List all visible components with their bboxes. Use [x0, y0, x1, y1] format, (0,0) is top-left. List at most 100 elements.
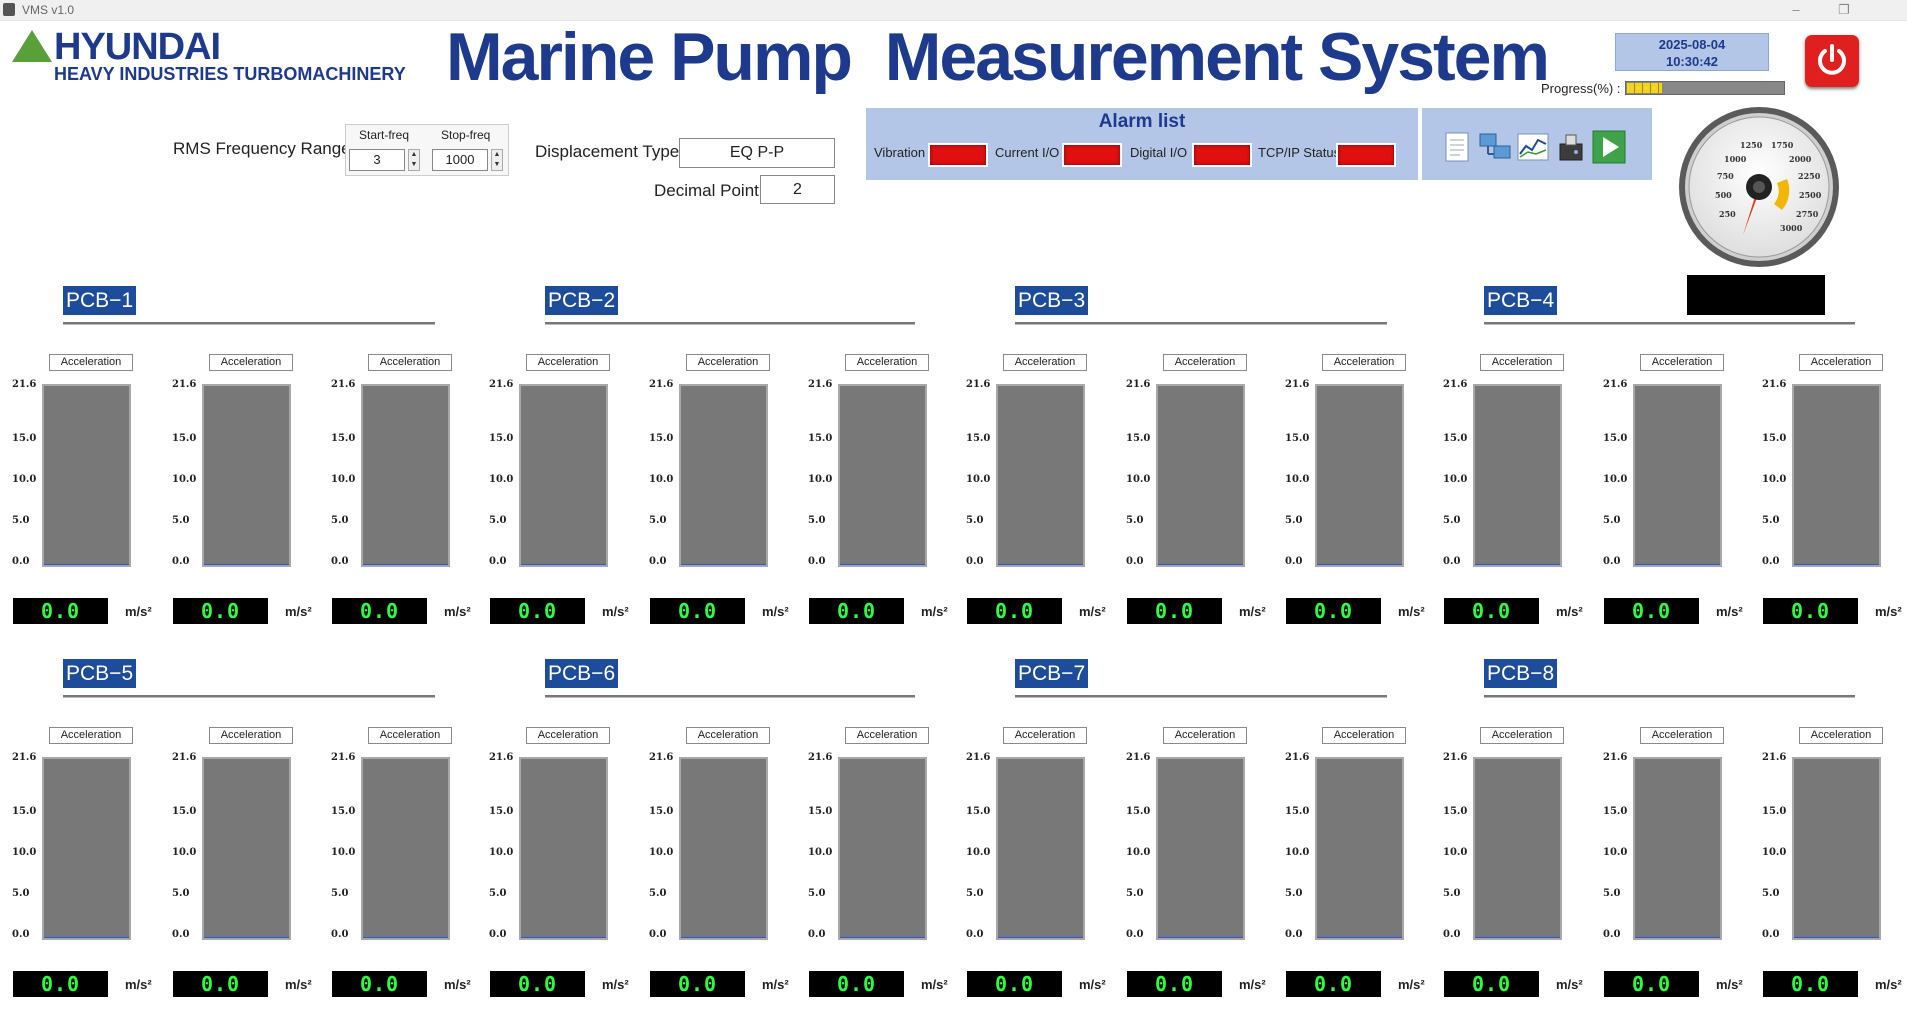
axis-tick-label: 15.0 — [489, 806, 514, 817]
axis-tick-label: 0.0 — [12, 929, 30, 940]
axis-tick-label: 21.6 — [1126, 752, 1151, 763]
acceleration-bar — [1473, 384, 1562, 567]
bar-level — [681, 564, 766, 565]
time-text: 10:30:42 — [1665, 54, 1719, 69]
axis-tick-label: 10.0 — [1762, 474, 1787, 485]
minimize-button[interactable]: – — [1782, 1, 1810, 19]
power-button[interactable] — [1805, 35, 1859, 87]
acceleration-bar — [679, 384, 768, 567]
alarm-panel: Alarm list Vibration Current I/O Digital… — [866, 108, 1418, 180]
axis-tick-label: 0.0 — [966, 556, 984, 567]
bar-level — [998, 564, 1083, 565]
axis-tick-label: 21.6 — [12, 752, 37, 763]
axis-tick-label: 0.0 — [1443, 556, 1461, 567]
axis-tick-label: 21.6 — [331, 379, 356, 390]
channel-y-axis: 21.6 15.0 10.0 5.0 0.0 — [966, 752, 991, 942]
logo-name: HYUNDAI — [54, 26, 221, 68]
axis-tick-label: 15.0 — [808, 806, 833, 817]
axis-tick-label: 15.0 — [12, 806, 37, 817]
unit-label: m/s² — [762, 604, 789, 619]
stop-freq-spinner[interactable]: ▲ ▼ — [491, 149, 503, 171]
axis-tick-label: 0.0 — [1603, 929, 1621, 940]
power-icon — [1818, 44, 1846, 75]
axis-tick-label: 10.0 — [1603, 847, 1628, 858]
axis-tick-label: 10.0 — [808, 474, 833, 485]
decimal-point-field[interactable]: 2 — [760, 175, 835, 204]
acceleration-bar — [1633, 757, 1722, 940]
device-icon[interactable] — [1554, 130, 1588, 164]
axis-tick-label: 15.0 — [1443, 806, 1468, 817]
progress-label: Progress(%) : — [1541, 81, 1621, 96]
trend-chart-icon[interactable] — [1516, 130, 1550, 164]
channel-label: Acceleration — [49, 354, 133, 371]
axis-tick-label: 10.0 — [12, 847, 37, 858]
channel-label: Acceleration — [1799, 727, 1883, 744]
acceleration-value-display: 0.0 — [1286, 598, 1381, 624]
axis-tick-label: 21.6 — [966, 752, 991, 763]
start-freq-input[interactable]: 3 — [349, 149, 405, 171]
acceleration-value-display: 0.0 — [650, 971, 745, 997]
axis-tick-label: 0.0 — [172, 929, 190, 940]
axis-tick-label: 15.0 — [489, 433, 514, 444]
acceleration-value-display: 0.0 — [173, 971, 268, 997]
alarm-title: Alarm list — [1098, 111, 1186, 132]
bar-level — [204, 564, 289, 565]
axis-tick-label: 0.0 — [489, 556, 507, 567]
axis-tick-label: 15.0 — [1762, 806, 1787, 817]
channel-y-axis: 21.6 15.0 10.0 5.0 0.0 — [808, 379, 833, 569]
restore-button[interactable]: ❐ — [1830, 1, 1858, 19]
axis-tick-label: 15.0 — [966, 806, 991, 817]
pcb-title-underline — [545, 322, 915, 324]
acceleration-value-display: 0.0 — [967, 598, 1062, 624]
bar-level — [998, 937, 1083, 938]
axis-tick-label: 0.0 — [331, 556, 349, 567]
axis-tick-label: 5.0 — [808, 515, 826, 526]
axis-tick-label: 10.0 — [649, 474, 674, 485]
axis-tick-label: 10.0 — [1762, 847, 1787, 858]
channel-y-axis: 21.6 15.0 10.0 5.0 0.0 — [12, 379, 37, 569]
acceleration-bar — [1156, 384, 1245, 567]
acceleration-bar — [1792, 757, 1881, 940]
pcb-title-underline — [1484, 695, 1855, 697]
bar-level — [521, 937, 606, 938]
channel-label: Acceleration — [1480, 727, 1564, 744]
channel-y-axis: 21.6 15.0 10.0 5.0 0.0 — [489, 379, 514, 569]
axis-tick-label: 10.0 — [1126, 474, 1151, 485]
axis-tick-label: 15.0 — [649, 806, 674, 817]
channel-label: Acceleration — [1480, 354, 1564, 371]
channel-y-axis: 21.6 15.0 10.0 5.0 0.0 — [1603, 379, 1628, 569]
channel-label: Acceleration — [526, 727, 610, 744]
axis-tick-label: 15.0 — [172, 433, 197, 444]
acceleration-bar — [519, 757, 608, 940]
pcb-title: PCB−5 — [63, 659, 137, 688]
gauge-tick: 750 — [1717, 171, 1734, 181]
acceleration-value-display: 0.0 — [809, 598, 904, 624]
pcb-title-underline — [63, 695, 435, 697]
progress-fill — [1627, 83, 1662, 93]
axis-tick-label: 5.0 — [649, 888, 667, 899]
play-icon[interactable] — [1592, 130, 1626, 164]
acceleration-value-display: 0.0 — [1444, 971, 1539, 997]
gauge-tick: 250 — [1719, 209, 1736, 219]
axis-tick-label: 0.0 — [808, 929, 826, 940]
bar-level — [1317, 937, 1402, 938]
channel-label: Acceleration — [1163, 727, 1247, 744]
axis-tick-label: 15.0 — [1603, 433, 1628, 444]
alarm-led-current-io — [1062, 143, 1122, 167]
bar-level — [44, 937, 129, 938]
acceleration-value-display: 0.0 — [650, 598, 745, 624]
stop-freq-input[interactable]: 1000 — [432, 149, 488, 171]
network-icon[interactable] — [1478, 130, 1512, 164]
unit-label: m/s² — [444, 604, 471, 619]
start-freq-label: Start-freq — [359, 128, 410, 142]
axis-tick-label: 15.0 — [1285, 806, 1310, 817]
bar-level — [1158, 937, 1243, 938]
alarm-led-vibration — [928, 143, 988, 167]
displacement-type-field[interactable]: EQ P-P — [679, 138, 835, 168]
axis-tick-label: 10.0 — [331, 847, 356, 858]
unit-label: m/s² — [1556, 977, 1583, 992]
axis-tick-label: 10.0 — [12, 474, 37, 485]
start-freq-spinner[interactable]: ▲ ▼ — [408, 149, 420, 171]
report-icon[interactable] — [1440, 130, 1474, 164]
acceleration-value-display: 0.0 — [13, 971, 108, 997]
